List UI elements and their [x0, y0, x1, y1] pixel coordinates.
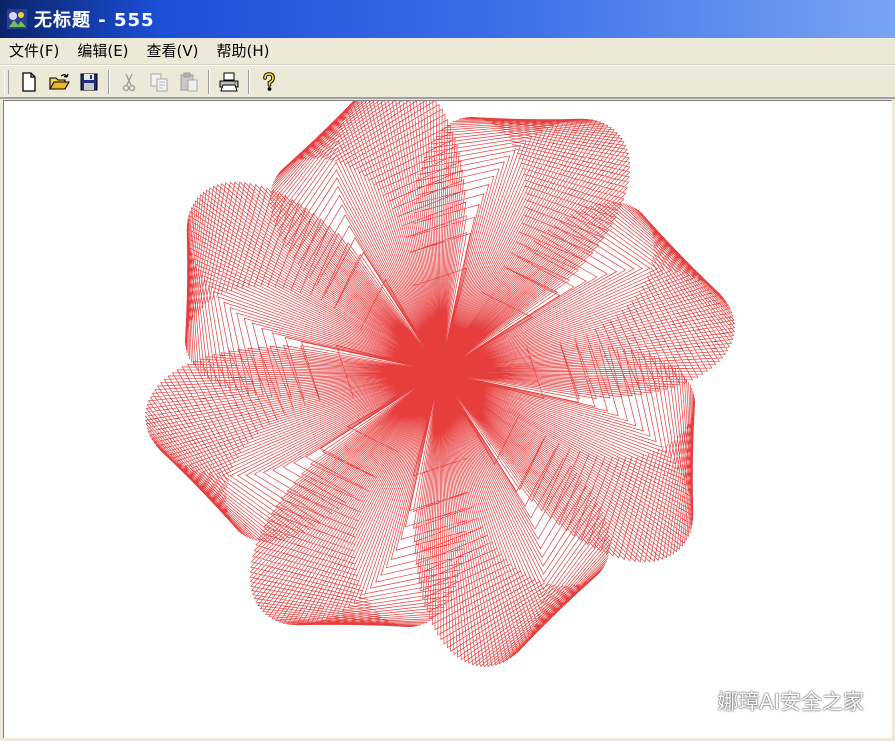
- open-folder-icon: [49, 73, 70, 90]
- toolbar-separator: [108, 69, 110, 94]
- menu-help[interactable]: 帮助(H): [208, 39, 279, 63]
- copy-icon: [150, 73, 168, 91]
- toolbar: [0, 65, 895, 99]
- toolbar-separator: [248, 69, 250, 94]
- new-document-icon: [22, 71, 36, 92]
- app-icon[interactable]: [6, 8, 28, 30]
- rotated-line-pattern: [144, 101, 736, 668]
- menu-bar: 文件(F) 编辑(E) 查看(V) 帮助(H): [0, 38, 895, 65]
- save-button[interactable]: [74, 68, 104, 96]
- window-title: 无标题 - 555: [34, 10, 155, 31]
- paste-button[interactable]: [174, 68, 204, 96]
- watermark: 娜璋AI安全之家: [677, 686, 864, 716]
- cut-button[interactable]: [114, 68, 144, 96]
- toolbar-grip[interactable]: [4, 69, 9, 94]
- menu-edit[interactable]: 编辑(E): [68, 39, 137, 63]
- help-button[interactable]: [254, 68, 284, 96]
- new-button[interactable]: [14, 68, 44, 96]
- watermark-text: 娜璋AI安全之家: [717, 690, 864, 714]
- pattern-lines: [144, 101, 736, 668]
- drawing-canvas[interactable]: 娜璋AI安全之家: [3, 100, 892, 738]
- title-bar[interactable]: 无标题 - 555: [0, 0, 895, 38]
- print-button[interactable]: [214, 68, 244, 96]
- menu-file[interactable]: 文件(F): [0, 39, 68, 63]
- save-icon: [80, 73, 98, 90]
- wechat-icon: [678, 688, 710, 713]
- paste-icon: [180, 72, 198, 91]
- copy-button[interactable]: [144, 68, 174, 96]
- print-icon: [219, 72, 239, 91]
- app-window: 无标题 - 555 文件(F) 编辑(E) 查看(V) 帮助(H) 娜璋AI安全…: [0, 0, 895, 741]
- open-button[interactable]: [44, 68, 74, 96]
- help-icon: [263, 71, 275, 91]
- toolbar-separator: [208, 69, 210, 94]
- menu-view[interactable]: 查看(V): [138, 39, 208, 63]
- cut-icon: [122, 73, 136, 91]
